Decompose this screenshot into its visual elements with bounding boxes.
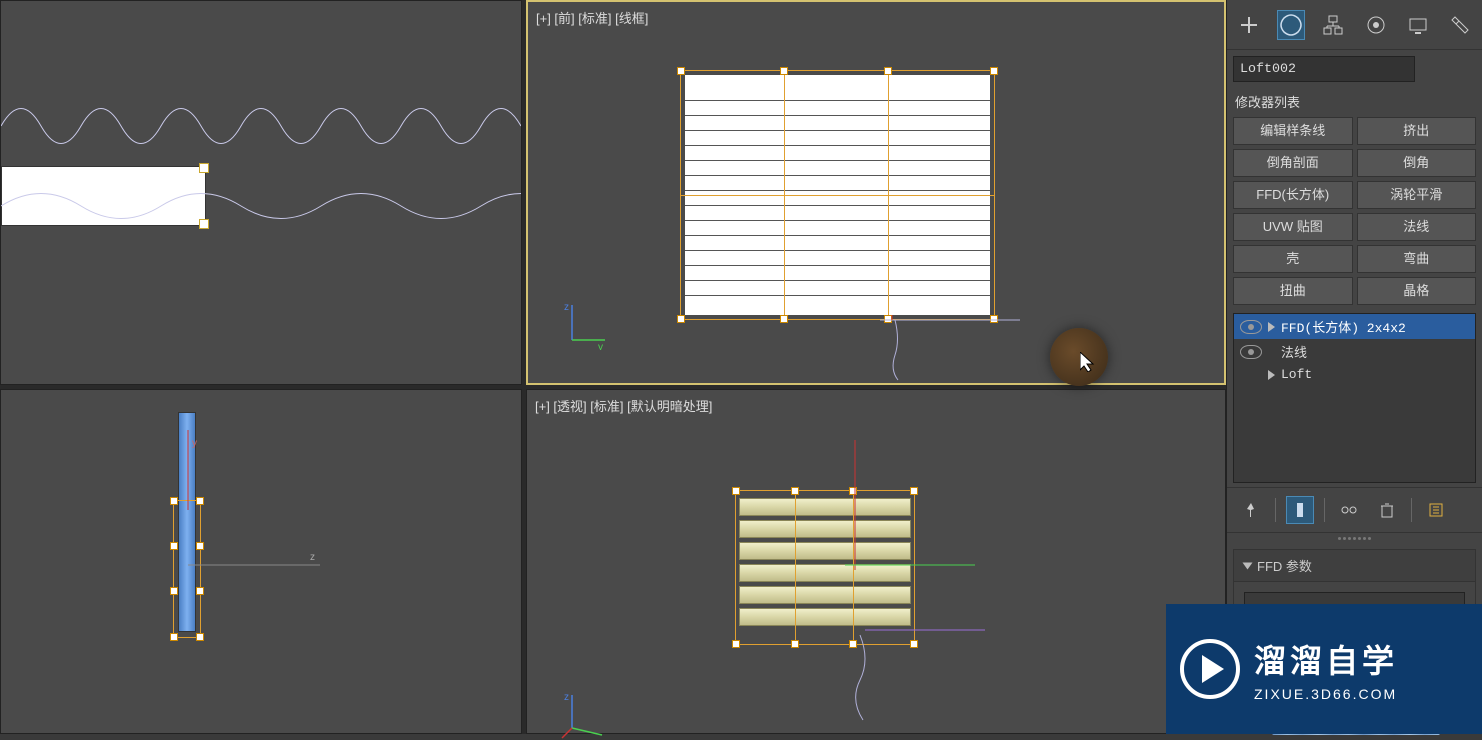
watermark-title: 溜溜自学	[1254, 636, 1398, 682]
remove-modifier-icon[interactable]	[1373, 496, 1401, 524]
svg-text:z: z	[564, 302, 569, 313]
tail-curve-front	[880, 315, 1160, 385]
modifier-stack[interactable]: FFD(长方体) 2x4x2 法线 Loft	[1233, 313, 1476, 483]
visibility-toggle-icon[interactable]	[1240, 320, 1262, 334]
highlight-bubble	[1050, 328, 1108, 386]
mod-btn-uvw[interactable]: UVW 贴图	[1233, 213, 1353, 241]
stack-item-label: FFD(长方体) 2x4x2	[1281, 317, 1406, 336]
wave-path-2	[1, 176, 521, 236]
svg-text:y: y	[192, 438, 197, 449]
wave-path-1	[1, 81, 521, 171]
rollout-header-ffd[interactable]: FFD 参数	[1233, 549, 1476, 582]
rollout-title: FFD 参数	[1257, 556, 1312, 575]
cursor-icon	[1080, 352, 1096, 372]
expand-icon[interactable]	[1268, 370, 1275, 380]
mod-btn-ffd-box[interactable]: FFD(长方体)	[1233, 181, 1353, 209]
motion-tab-icon[interactable]	[1362, 10, 1390, 40]
rollout-caret-icon	[1243, 562, 1253, 569]
ffd-lattice[interactable]	[680, 70, 995, 320]
viewport-label-persp[interactable]: [+] [透视] [标准] [默认明暗处理]	[535, 396, 712, 415]
modifier-list-label[interactable]: 修改器列表	[1227, 86, 1482, 113]
mod-btn-edit-spline[interactable]: 编辑样条线	[1233, 117, 1353, 145]
hierarchy-tab-icon[interactable]	[1319, 10, 1347, 40]
display-tab-icon[interactable]	[1404, 10, 1432, 40]
object-name-input[interactable]	[1233, 56, 1415, 82]
watermark-logo-icon	[1180, 639, 1240, 699]
mod-btn-turbosmooth[interactable]: 涡轮平滑	[1357, 181, 1477, 209]
utilities-tab-icon[interactable]	[1446, 10, 1474, 40]
visibility-toggle-icon[interactable]	[1240, 345, 1262, 359]
configure-sets-icon[interactable]	[1422, 496, 1450, 524]
stack-item-normal[interactable]: 法线	[1234, 339, 1475, 364]
svg-text:z: z	[310, 552, 315, 563]
make-unique-icon[interactable]	[1335, 496, 1363, 524]
stack-item-ffd[interactable]: FFD(长方体) 2x4x2	[1234, 314, 1475, 339]
modifier-preset-grid: 编辑样条线 挤出 倒角剖面 倒角 FFD(长方体) 涡轮平滑 UVW 贴图 法线…	[1227, 113, 1482, 309]
svg-text:y: y	[598, 342, 603, 350]
svg-text:z: z	[564, 692, 569, 703]
mod-btn-bevel[interactable]: 倒角	[1357, 149, 1477, 177]
stack-item-label: Loft	[1281, 367, 1312, 382]
stack-toolbar	[1227, 487, 1482, 533]
watermark-subtitle: ZIXUE.3D66.COM	[1254, 686, 1398, 702]
create-tab-icon[interactable]	[1235, 10, 1263, 40]
ffd-object-front	[680, 70, 995, 320]
mod-btn-bend[interactable]: 弯曲	[1357, 245, 1477, 273]
stack-item-label: 法线	[1281, 342, 1307, 361]
stack-item-loft[interactable]: Loft	[1234, 364, 1475, 385]
gizmo-persp	[845, 430, 1045, 730]
mod-btn-bevel-prof[interactable]: 倒角剖面	[1233, 149, 1353, 177]
mod-btn-twist[interactable]: 扭曲	[1233, 277, 1353, 305]
show-end-result-icon[interactable]	[1286, 496, 1314, 524]
mod-btn-extrude[interactable]: 挤出	[1357, 117, 1477, 145]
panel-drag-handle[interactable]	[1227, 533, 1482, 543]
watermark: 溜溜自学 ZIXUE.3D66.COM	[1166, 604, 1482, 734]
viewport-top-left[interactable]	[0, 0, 522, 385]
expand-icon[interactable]	[1268, 322, 1275, 332]
modify-tab-icon[interactable]	[1277, 10, 1305, 40]
pin-stack-icon[interactable]	[1237, 496, 1265, 524]
command-panel-tabs	[1227, 0, 1482, 50]
axis-gizmo-persp: z	[560, 690, 610, 740]
axis-lines-left: y z	[180, 430, 340, 630]
mod-btn-normal[interactable]: 法线	[1357, 213, 1477, 241]
mod-btn-shell[interactable]: 壳	[1233, 245, 1353, 273]
viewport-label-front[interactable]: [+] [前] [标准] [线框]	[536, 8, 648, 27]
mod-btn-lattice[interactable]: 晶格	[1357, 277, 1477, 305]
axis-gizmo-front: z y	[560, 300, 610, 350]
